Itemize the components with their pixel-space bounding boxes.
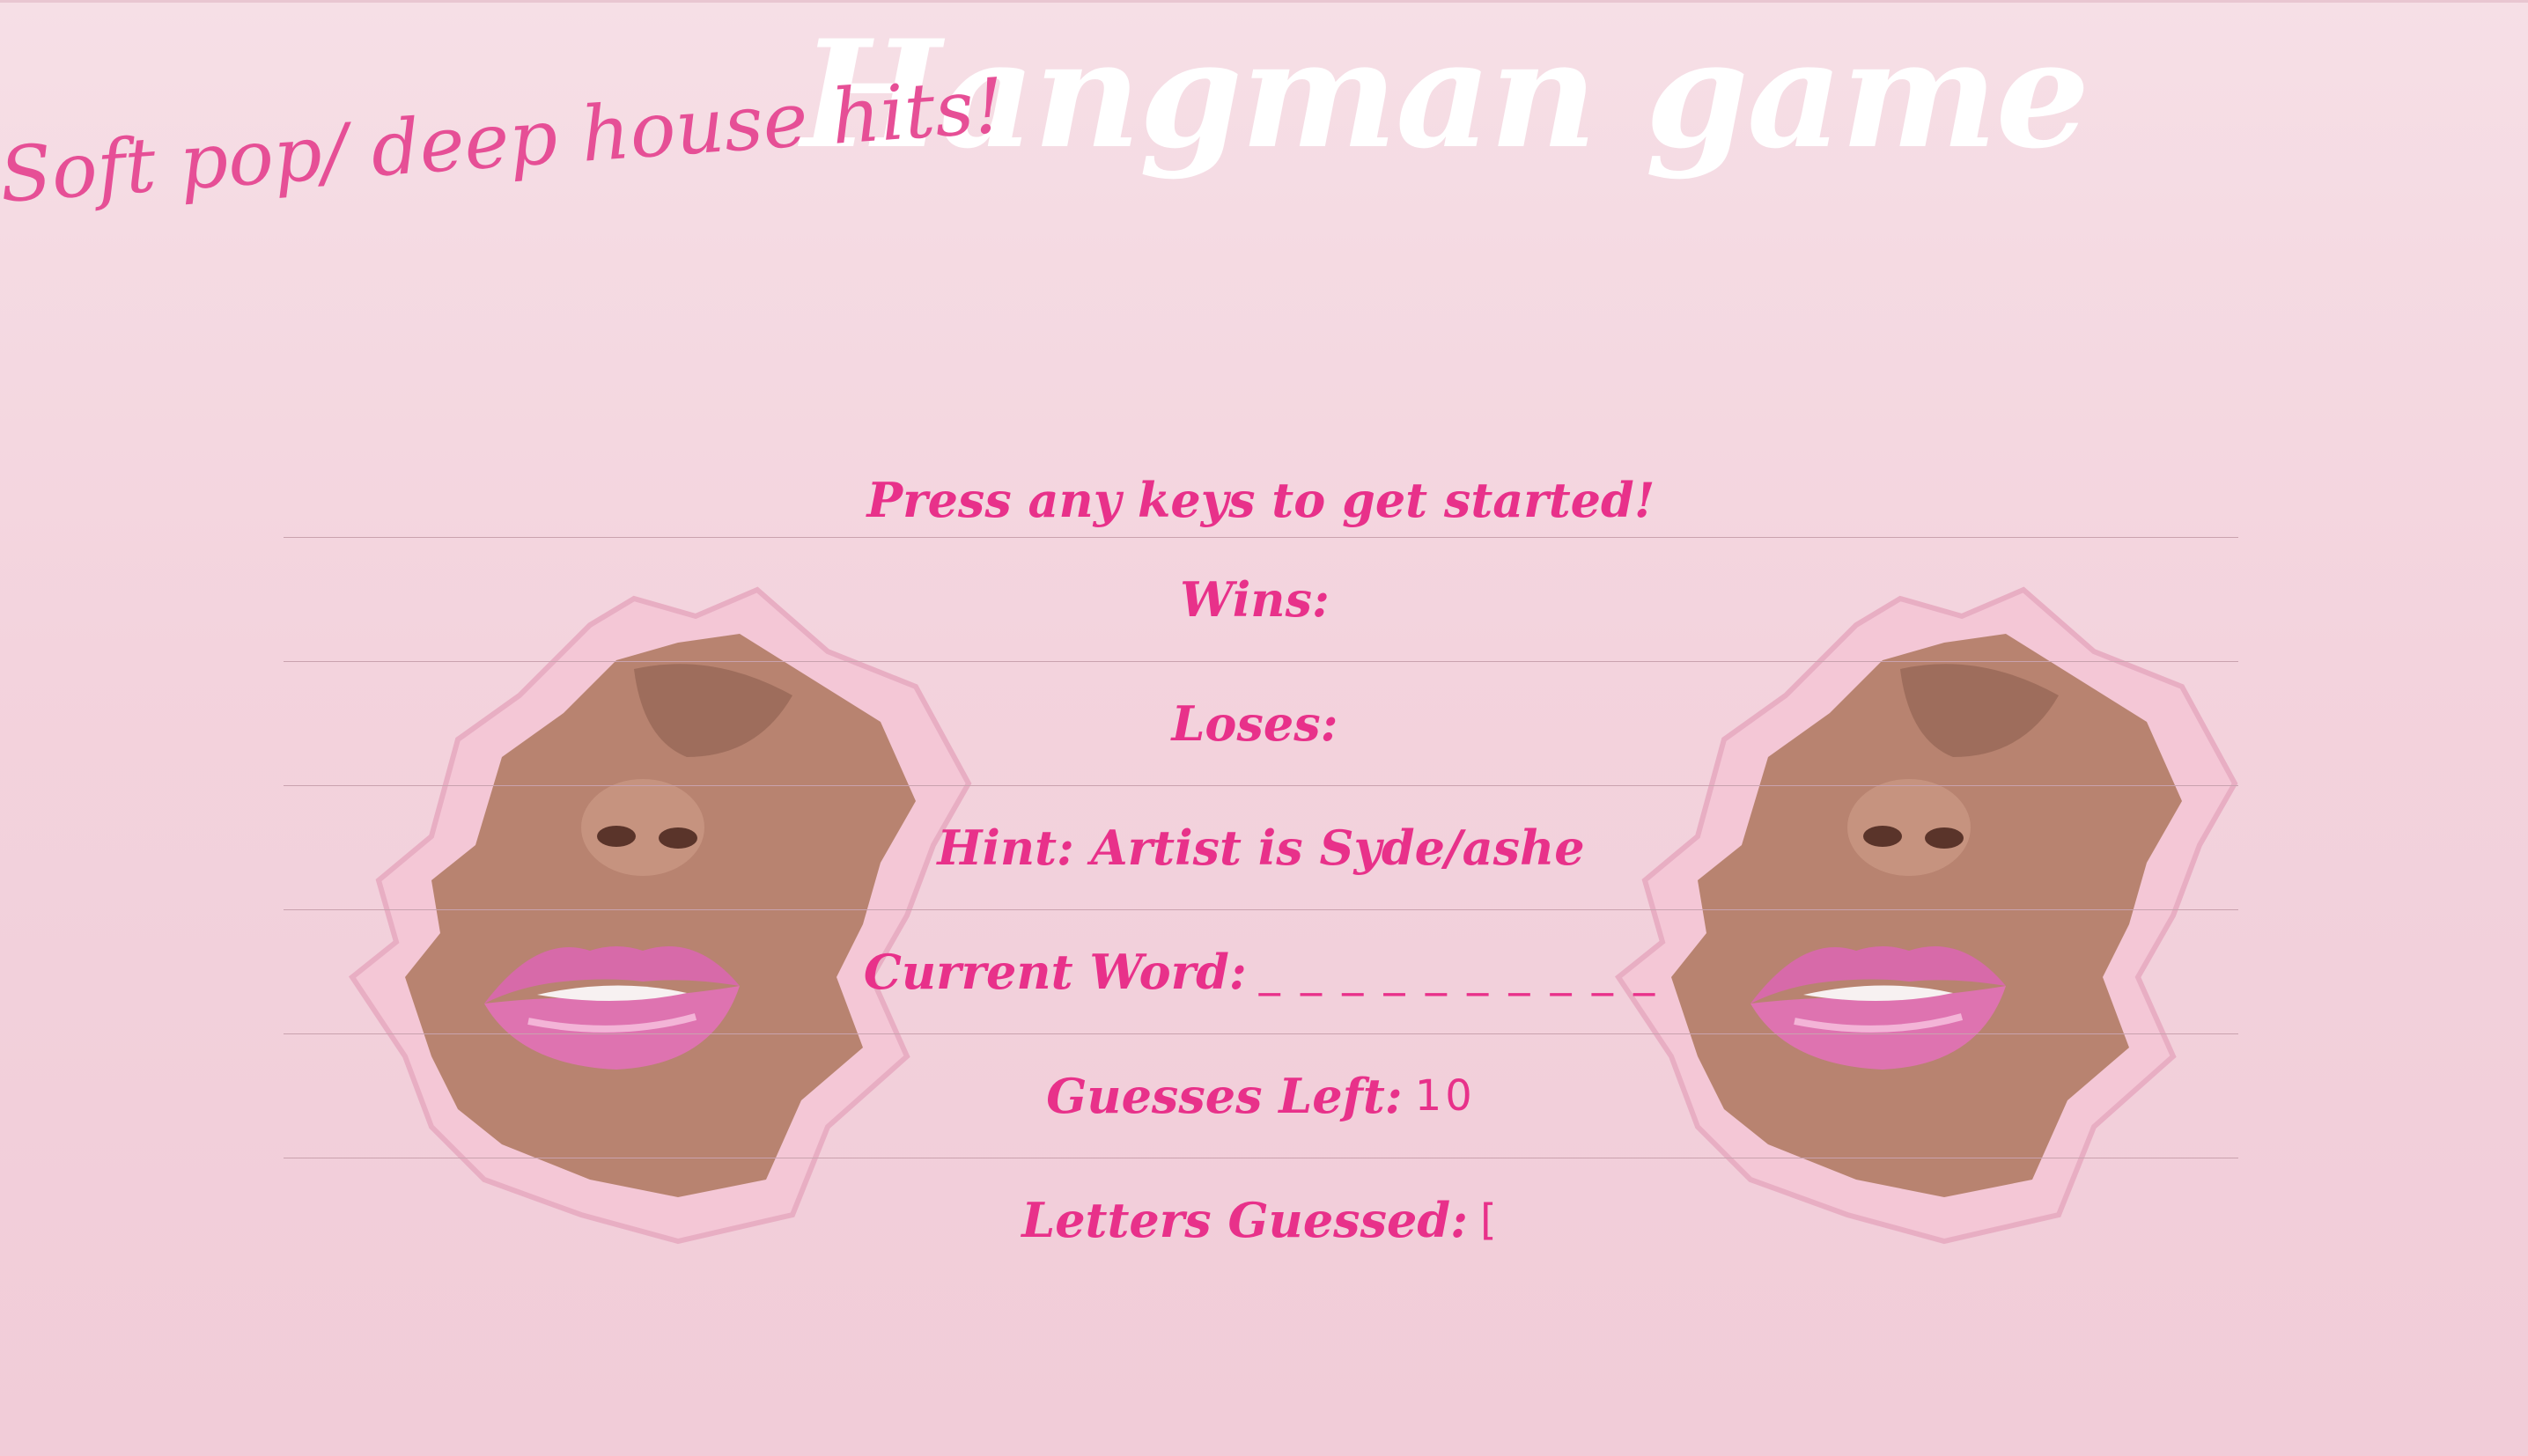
- start-prompt: Press any keys to get started!: [284, 414, 2238, 537]
- guesses-left-value: 10: [1414, 1071, 1476, 1121]
- current-word-row: Current Word: _ _ _ _ _ _ _ _ _ _: [284, 910, 2238, 1033]
- page-subtitle: Soft pop/ deep house hits!: [0, 62, 1007, 220]
- loses-row: Loses:: [284, 662, 2238, 785]
- letters-guessed-label: Letters Guessed:: [1021, 1192, 1469, 1248]
- hint-row: Hint: Artist is Syde/ashe: [284, 786, 2238, 909]
- current-word-value: _ _ _ _ _ _ _ _ _ _: [1258, 947, 1659, 996]
- current-word-label: Current Word:: [863, 944, 1247, 1000]
- loses-label: Loses:: [1171, 695, 1338, 752]
- wins-label: Wins:: [1180, 571, 1330, 628]
- game-panel: Press any keys to get started! Wins: Los…: [284, 414, 2238, 1282]
- hint-text: Hint: Artist is Syde/ashe: [937, 820, 1585, 876]
- guesses-left-label: Guesses Left:: [1046, 1068, 1403, 1124]
- guesses-left-row: Guesses Left: 10: [284, 1034, 2238, 1158]
- letters-guessed-row: Letters Guessed: [: [284, 1158, 2238, 1282]
- letters-guessed-value: [: [1480, 1195, 1500, 1245]
- start-prompt-text: Press any keys to get started!: [866, 472, 1655, 528]
- wins-row: Wins:: [284, 538, 2238, 661]
- top-border: [0, 0, 2528, 3]
